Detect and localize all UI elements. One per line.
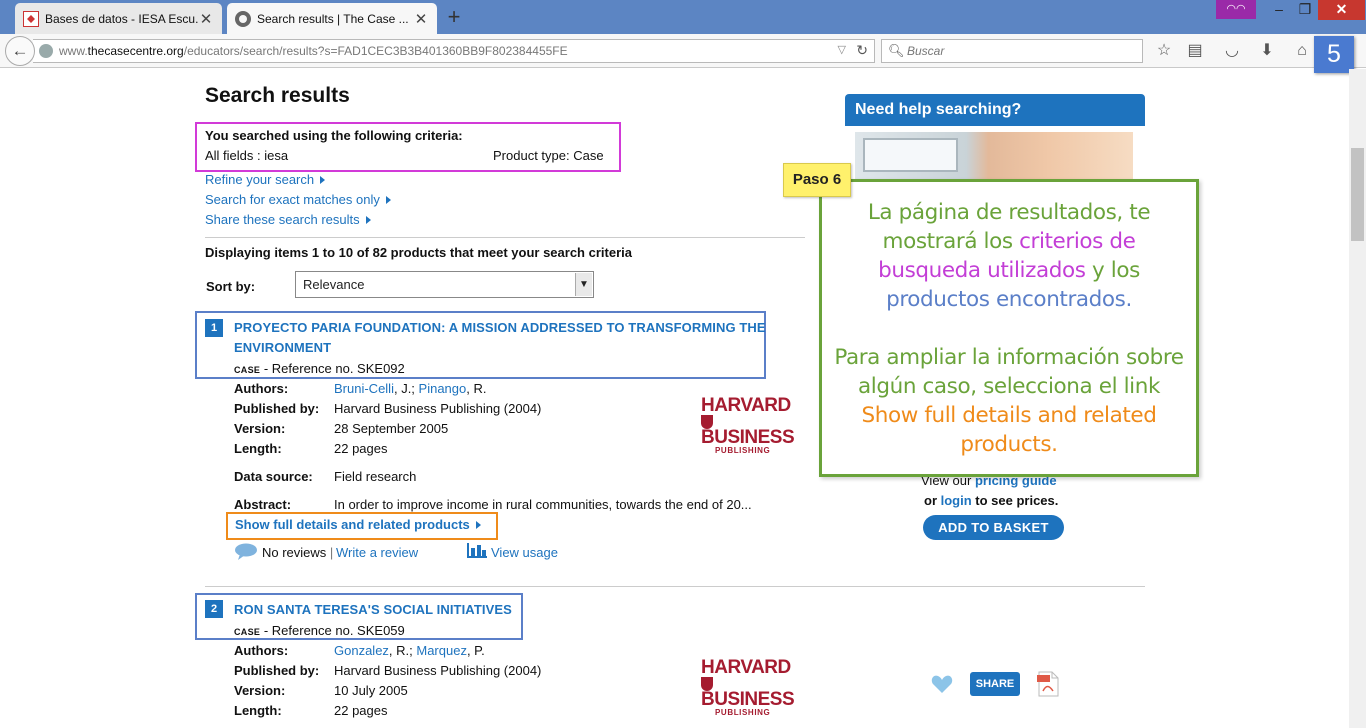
home-icon[interactable]: ⌂ [1292, 41, 1312, 61]
arrow-right-icon [365, 216, 371, 224]
browser-search-bar[interactable]: 🔍︎ Buscar [881, 39, 1143, 63]
result-title-link[interactable]: RON SANTA TERESA'S SOCIAL INITIATIVES [234, 600, 512, 620]
datasource-label: Data source: [234, 469, 313, 484]
help-panel-screen-graphic [863, 138, 958, 172]
pdf-icon[interactable] [1036, 671, 1060, 697]
version-label: Version: [234, 683, 286, 698]
private-browsing-mask-icon[interactable]: ◠◠ [1216, 0, 1256, 19]
published-label: Published by: [234, 401, 320, 416]
tab-iesa[interactable]: Bases de datos - IESA Escu... ✕ [15, 3, 222, 34]
refine-search-link[interactable]: Refine your search [205, 172, 326, 187]
help-searching-panel[interactable]: Need help searching? [845, 94, 1145, 184]
iesa-favicon-icon [23, 10, 39, 27]
search-placeholder: Buscar [907, 44, 945, 58]
result-reference: CASE - Reference no. SKE092 [234, 361, 405, 376]
reading-list-icon[interactable]: ▤ [1185, 41, 1205, 61]
close-tab-icon[interactable]: ✕ [413, 10, 429, 28]
downloads-icon[interactable]: ⬇ [1257, 41, 1277, 61]
annotation-text: La página de resultados, te mostrará los… [834, 200, 1184, 457]
tab-title: Search results | The Case ... [257, 11, 409, 26]
url-text[interactable]: www.thecasecentre.org/educators/search/r… [59, 44, 568, 58]
login-link[interactable]: login [941, 493, 972, 508]
author-link[interactable]: Gonzalez [334, 643, 389, 658]
chevron-down-icon[interactable]: ▼ [575, 273, 592, 296]
arrow-right-icon [320, 176, 326, 184]
criteria-fields: All fields : iesa [205, 148, 289, 163]
length-label: Length: [234, 441, 282, 456]
author-link[interactable]: Marquez [416, 643, 467, 658]
divider [205, 586, 1145, 587]
harvard-business-publishing-logo: HARVARD BUSINESS PUBLISHING [701, 395, 795, 455]
search-icon: 🔍︎ [888, 43, 905, 58]
version-label: Version: [234, 421, 286, 436]
sort-select[interactable]: Relevance ▼ [295, 271, 594, 298]
share-button[interactable]: SHARE [970, 672, 1020, 696]
harvard-business-publishing-logo: HARVARD BUSINESS PUBLISHING [701, 657, 795, 717]
authors-label: Authors: [234, 381, 289, 396]
show-full-details-link[interactable]: Show full details and related products [235, 517, 481, 532]
tutorial-annotation-box: La página de resultados, te mostrará los… [819, 179, 1199, 477]
bookmark-star-icon[interactable]: ☆ [1154, 41, 1174, 61]
back-button[interactable]: ← [5, 36, 35, 66]
displaying-count: Displaying items 1 to 10 of 82 products … [205, 245, 632, 260]
arrow-right-icon [475, 521, 481, 529]
authors-label: Authors: [234, 643, 289, 658]
case-centre-favicon-icon [235, 10, 251, 27]
result-number-badge: 2 [205, 600, 223, 618]
sort-selected-value: Relevance [303, 277, 365, 292]
published-value: Harvard Business Publishing (2004) [334, 401, 542, 416]
sort-label: Sort by: [206, 279, 256, 294]
criteria-product-type: Product type: Case [493, 148, 604, 163]
scrollbar-thumb[interactable] [1351, 148, 1364, 241]
reviews-text: No reviews | [262, 545, 334, 560]
step-number-badge: 5 [1314, 36, 1354, 73]
close-window-button[interactable]: ✕ [1318, 0, 1365, 20]
version-value: 28 September 2005 [334, 421, 449, 436]
help-panel-title: Need help searching? [845, 94, 1145, 126]
published-label: Published by: [234, 663, 320, 678]
reload-icon[interactable]: ↻ [856, 42, 868, 59]
tab-bar: Bases de datos - IESA Escu... ✕ Search r… [0, 0, 1366, 34]
maximize-window-button[interactable]: ❐ [1292, 0, 1318, 20]
result-number-badge: 1 [205, 319, 223, 337]
version-value: 10 July 2005 [334, 683, 408, 698]
bar-chart-icon [467, 543, 487, 558]
abstract-label: Abstract: [234, 497, 292, 512]
view-usage-link[interactable]: View usage [491, 545, 558, 560]
tab-search-results[interactable]: Search results | The Case ... ✕ [227, 3, 437, 34]
length-label: Length: [234, 703, 282, 718]
close-tab-icon[interactable]: ✕ [198, 10, 214, 28]
authors-value: Gonzalez, R.; Marquez, P. [334, 643, 485, 658]
minimize-window-button[interactable]: – [1266, 0, 1292, 20]
pocket-icon[interactable]: ◡ [1222, 41, 1242, 61]
length-value: 22 pages [334, 703, 388, 718]
arrow-right-icon [385, 196, 391, 204]
result-reference: CASE - Reference no. SKE059 [234, 623, 405, 638]
divider [205, 237, 805, 238]
published-value: Harvard Business Publishing (2004) [334, 663, 542, 678]
share-results-link[interactable]: Share these search results [205, 212, 371, 227]
login-prices-text: or login to see prices. [924, 493, 1059, 508]
step-tag: Paso 6 [783, 163, 851, 197]
author-link[interactable]: Pinango [419, 381, 467, 396]
datasource-value: Field research [334, 469, 417, 484]
url-bar[interactable]: www.thecasecentre.org/educators/search/r… [33, 39, 875, 63]
author-link[interactable]: Bruni-Celli [334, 381, 394, 396]
length-value: 22 pages [334, 441, 388, 456]
authors-value: Bruni-Celli, J.; Pinango, R. [334, 381, 487, 396]
heart-icon[interactable] [931, 674, 953, 694]
reviews-speech-bubble-icon [234, 543, 258, 561]
exact-matches-link[interactable]: Search for exact matches only [205, 192, 391, 207]
add-to-basket-button[interactable]: ADD TO BASKET [923, 515, 1064, 540]
write-review-link[interactable]: Write a review [336, 545, 418, 560]
result-title-link[interactable]: PROYECTO PARIA FOUNDATION: A MISSION ADD… [234, 318, 766, 358]
site-info-globe-icon[interactable] [39, 44, 53, 58]
criteria-heading: You searched using the following criteri… [205, 128, 463, 143]
new-tab-button[interactable]: + [441, 4, 467, 30]
url-history-dropdown-icon[interactable]: ▽ [838, 43, 846, 56]
navigation-toolbar: www.thecasecentre.org/educators/search/r… [0, 34, 1366, 68]
tab-title: Bases de datos - IESA Escu... [45, 11, 198, 26]
abstract-value: In order to improve income in rural comm… [334, 497, 752, 512]
page-title: Search results [205, 84, 350, 107]
